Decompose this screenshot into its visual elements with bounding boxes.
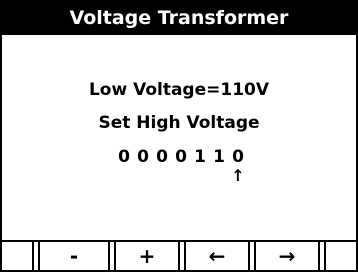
digit-7[interactable]: 0 (231, 147, 245, 167)
digit-3[interactable]: 0 (155, 147, 169, 167)
right-arrow-button[interactable]: → (256, 242, 318, 270)
softkey-divider (108, 242, 110, 270)
digit-5[interactable]: 1 (193, 147, 207, 167)
digit-1[interactable]: 0 (117, 147, 131, 167)
softkey-divider (32, 242, 34, 270)
digit-2[interactable]: 0 (136, 147, 150, 167)
set-high-voltage-label: Set High Voltage (98, 113, 260, 133)
softkey-divider (318, 242, 320, 270)
cursor-arrow-icon: ↑ (231, 166, 245, 185)
left-arrow-button[interactable]: ← (186, 242, 248, 270)
softkey-divider (248, 242, 250, 270)
screen-title: Voltage Transformer (2, 2, 356, 35)
device-screen: Voltage Transformer Low Voltage=110V Set… (0, 0, 358, 272)
softkey-bar: - + ← → (2, 240, 356, 270)
increment-button[interactable]: + (116, 242, 178, 270)
low-voltage-readout: Low Voltage=110V (88, 80, 270, 100)
digit-4[interactable]: 0 (174, 147, 188, 167)
high-voltage-entry[interactable]: 0 0 0 0 1 1 0 (2, 147, 356, 167)
decrement-button[interactable]: - (40, 242, 108, 270)
digit-6[interactable]: 1 (212, 147, 226, 167)
softkey-divider (324, 242, 326, 270)
softkey-divider (178, 242, 180, 270)
